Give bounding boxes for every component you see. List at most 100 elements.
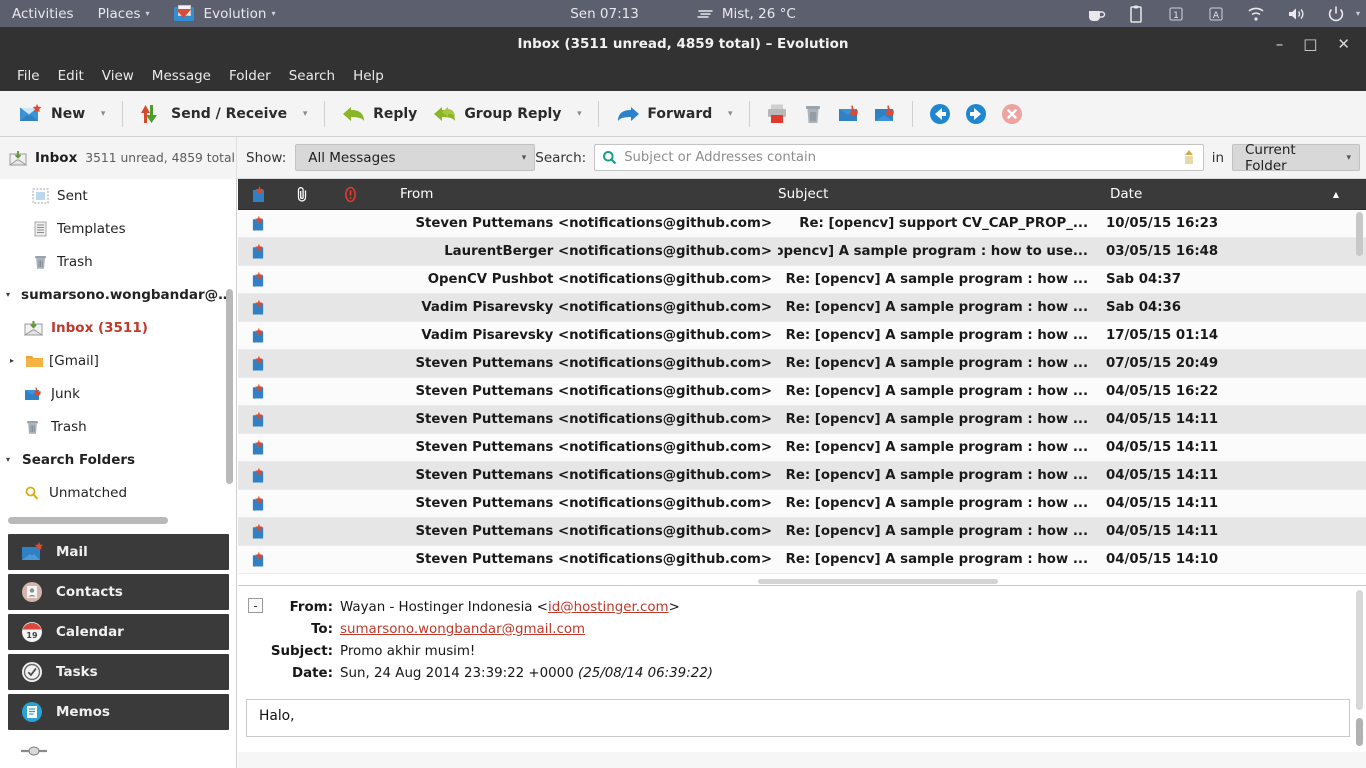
column-header-from[interactable]: From	[374, 179, 778, 210]
sidebar-item-templates[interactable]: Templates	[0, 212, 236, 245]
power-icon[interactable]	[1326, 4, 1346, 24]
activities-button[interactable]: Activities	[0, 0, 86, 27]
group-reply-button[interactable]: Group Reply	[425, 96, 569, 132]
menu-file[interactable]: File	[8, 64, 49, 88]
maximize-button[interactable]: □	[1303, 36, 1317, 52]
menu-search[interactable]: Search	[280, 64, 344, 88]
sidebar-item-trash-local[interactable]: Trash	[0, 245, 236, 278]
table-row[interactable]: Steven Puttemans <notifications@github.c…	[238, 490, 1366, 518]
row-status-icon[interactable]	[238, 523, 278, 540]
row-status-icon[interactable]	[238, 439, 278, 456]
table-row[interactable]: Steven Puttemans <notifications@github.c…	[238, 462, 1366, 490]
column-header-status[interactable]	[238, 179, 278, 210]
sidebar-vertical-scrollbar[interactable]	[226, 289, 233, 484]
volume-icon[interactable]	[1286, 4, 1306, 24]
switcher-tasks[interactable]: Tasks	[8, 654, 229, 690]
wifi-icon[interactable]	[1246, 4, 1266, 24]
sidebar-item-gmail-folder[interactable]: ▸ [Gmail]	[0, 344, 236, 377]
clipboard-icon[interactable]	[1126, 4, 1146, 24]
forward-dropdown[interactable]: ▾	[720, 96, 740, 132]
junk-button[interactable]	[831, 96, 867, 132]
sidebar-horizontal-scrollbar[interactable]	[8, 517, 168, 524]
menu-help[interactable]: Help	[344, 64, 393, 88]
not-junk-button[interactable]	[867, 96, 903, 132]
table-row[interactable]: Vadim Pisarevsky <notifications@github.c…	[238, 294, 1366, 322]
keyboard-layout-1-icon[interactable]: 1	[1166, 4, 1186, 24]
column-header-importance[interactable]	[326, 179, 374, 210]
sidebar-item-trash-gmail[interactable]: Trash	[0, 410, 236, 443]
chevron-down-icon[interactable]: ▾	[6, 290, 15, 299]
menu-edit[interactable]: Edit	[49, 64, 93, 88]
table-row[interactable]: Steven Puttemans <notifications@github.c…	[238, 406, 1366, 434]
row-status-icon[interactable]	[238, 215, 278, 232]
chevron-down-icon[interactable]: ▾	[6, 455, 16, 464]
previous-message-button[interactable]	[922, 96, 958, 132]
row-status-icon[interactable]	[238, 383, 278, 400]
switcher-calendar[interactable]: 19 Calendar	[8, 614, 229, 650]
row-status-icon[interactable]	[238, 299, 278, 316]
message-list-horizontal-scrollbar[interactable]	[758, 579, 998, 584]
sidebar-item-unmatched[interactable]: Unmatched	[0, 476, 236, 509]
panel-resize-grip[interactable]	[20, 746, 48, 756]
row-status-icon[interactable]	[238, 411, 278, 428]
row-status-icon[interactable]	[238, 327, 278, 344]
from-email-link[interactable]: id@hostinger.com	[548, 600, 669, 615]
table-row[interactable]: LaurentBerger <notifications@github.com>…	[238, 238, 1366, 266]
row-status-icon[interactable]	[238, 355, 278, 372]
table-row[interactable]: Steven Puttemans <notifications@github.c…	[238, 378, 1366, 406]
row-status-icon[interactable]	[238, 243, 278, 260]
send-receive-dropdown[interactable]: ▾	[295, 96, 315, 132]
app-menu[interactable]: Evolution ▾	[162, 0, 288, 27]
table-row[interactable]: Steven Puttemans <notifications@github.c…	[238, 210, 1366, 238]
table-row[interactable]: Steven Puttemans <notifications@github.c…	[238, 434, 1366, 462]
switcher-contacts[interactable]: Contacts	[8, 574, 229, 610]
preview-scrollbar-thumb[interactable]	[1356, 718, 1363, 746]
send-receive-button[interactable]: Send / Receive	[132, 96, 295, 132]
search-input[interactable]: Subject or Addresses contain	[594, 144, 1204, 171]
clock-button[interactable]: Sen 07:13	[558, 0, 651, 27]
column-header-subject[interactable]: Subject	[778, 179, 1094, 210]
accessibility-a-icon[interactable]: A	[1206, 4, 1226, 24]
cancel-button[interactable]	[994, 96, 1030, 132]
places-menu[interactable]: Places ▾	[86, 0, 162, 27]
column-header-date[interactable]: Date ▲	[1094, 179, 1366, 210]
table-row[interactable]: OpenCV Pushbot <notifications@github.com…	[238, 266, 1366, 294]
sidebar-item-inbox[interactable]: Inbox (3511)	[0, 311, 236, 344]
print-button[interactable]	[759, 96, 795, 132]
sidebar-item-sent[interactable]: Sent	[0, 179, 236, 212]
coffee-icon[interactable]	[1086, 4, 1106, 24]
chevron-right-icon[interactable]: ▸	[10, 356, 20, 365]
menu-view[interactable]: View	[93, 64, 143, 88]
switcher-memos[interactable]: Memos	[8, 694, 229, 730]
group-reply-dropdown[interactable]: ▾	[569, 96, 589, 132]
reply-button[interactable]: Reply	[334, 96, 425, 132]
show-filter-dropdown[interactable]: All Messages ▾	[295, 144, 536, 171]
switcher-mail[interactable]: Mail	[8, 534, 229, 570]
sidebar-group-search-folders[interactable]: ▾ Search Folders	[0, 443, 236, 476]
preview-scrollbar-track[interactable]	[1356, 590, 1363, 710]
menu-message[interactable]: Message	[143, 64, 220, 88]
weather-indicator[interactable]: Mist, 26 °C	[685, 0, 808, 27]
column-header-attachment[interactable]	[278, 179, 326, 210]
row-status-icon[interactable]	[238, 467, 278, 484]
new-dropdown[interactable]: ▾	[93, 96, 113, 132]
chevron-down-icon[interactable]: ▾	[1356, 9, 1360, 18]
minimize-button[interactable]: –	[1276, 36, 1284, 52]
search-options-icon[interactable]	[1181, 149, 1197, 167]
row-status-icon[interactable]	[238, 551, 278, 568]
collapse-headers-button[interactable]: -	[248, 598, 263, 613]
row-status-icon[interactable]	[238, 271, 278, 288]
table-row[interactable]: Steven Puttemans <notifications@github.c…	[238, 518, 1366, 546]
row-status-icon[interactable]	[238, 495, 278, 512]
delete-button[interactable]	[795, 96, 831, 132]
table-row[interactable]: Steven Puttemans <notifications@github.c…	[238, 546, 1366, 574]
table-row[interactable]: Vadim Pisarevsky <notifications@github.c…	[238, 322, 1366, 350]
next-message-button[interactable]	[958, 96, 994, 132]
sidebar-account-gmail[interactable]: ▾ sumarsono.wongbandar@gmail	[0, 278, 236, 311]
menu-folder[interactable]: Folder	[220, 64, 280, 88]
to-email-link[interactable]: sumarsono.wongbandar@gmail.com	[340, 619, 585, 641]
sidebar-item-junk[interactable]: Junk	[0, 377, 236, 410]
new-button[interactable]: New	[10, 96, 93, 132]
table-row[interactable]: Steven Puttemans <notifications@github.c…	[238, 350, 1366, 378]
search-scope-dropdown[interactable]: Current Folder ▾	[1232, 142, 1360, 174]
